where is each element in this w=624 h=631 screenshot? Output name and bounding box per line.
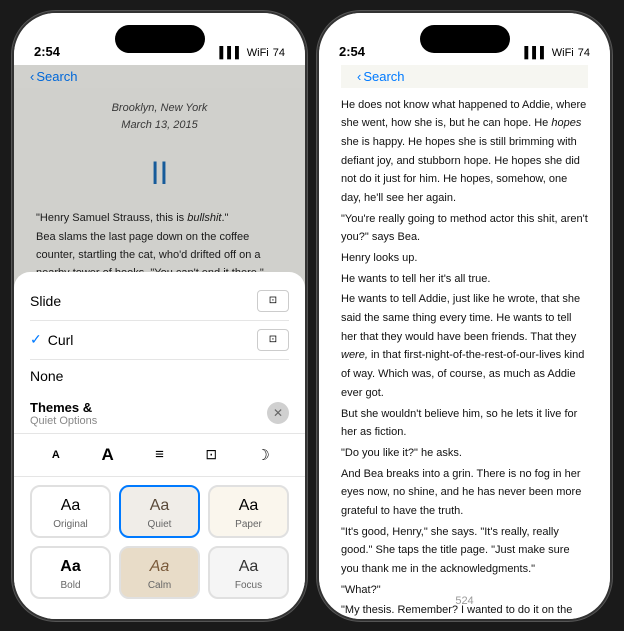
header-line2: March 13, 2015 [36, 117, 283, 135]
slide-label: Slide [30, 293, 61, 309]
theme-focus-label: Aa [239, 558, 259, 576]
book-text-2: He does not know what happened to Addie,… [341, 88, 588, 619]
theme-calm-name: Calm [148, 580, 171, 591]
dynamic-island-2 [420, 25, 510, 53]
time-2: 2:54 [339, 44, 365, 59]
wifi-icon-2: WiFi [552, 47, 574, 59]
battery-icon: 74 [273, 47, 285, 59]
theme-paper-name: Paper [235, 519, 262, 530]
status-icons-1: ▌▌▌ WiFi 74 [219, 47, 285, 59]
header-line1: Brooklyn, New York [36, 100, 283, 118]
themes-grid: Aa Original Aa Quiet Aa Paper Aa Bold [14, 481, 305, 599]
themes-title: Themes & [30, 400, 97, 415]
theme-bold[interactable]: Aa Bold [30, 546, 111, 599]
nav-bar-1: ‹ Search [14, 65, 305, 88]
back-button-2[interactable]: ‹ Search [357, 69, 405, 84]
curl-label: Curl [48, 332, 257, 348]
theme-focus-name: Focus [235, 580, 262, 591]
theme-paper[interactable]: Aa Paper [208, 485, 289, 538]
nav-bar-2: ‹ Search [341, 65, 588, 88]
themes-subtitle: Quiet Options [30, 415, 97, 427]
font-type-button[interactable]: ≡ [142, 440, 176, 470]
slide-icon: ⊡ [257, 290, 289, 312]
chapter-number: II [36, 147, 283, 200]
chevron-left-icon-2: ‹ [357, 69, 361, 84]
wifi-icon: WiFi [247, 47, 269, 59]
page-number: 524 [455, 595, 473, 607]
moon-button[interactable]: ☽ [246, 440, 280, 470]
themes-title-group: Themes & Quiet Options [30, 400, 97, 427]
theme-original[interactable]: Aa Original [30, 485, 111, 538]
theme-original-label: Aa [61, 497, 81, 515]
font-large-label: A [102, 445, 114, 465]
dynamic-island-1 [115, 25, 205, 53]
phone2-content: ‹ Search He does not know what happened … [319, 65, 610, 619]
font-large-button[interactable]: A [91, 440, 125, 470]
curl-icon: ⊡ [257, 329, 289, 351]
theme-calm[interactable]: Aa Calm [119, 546, 200, 599]
back-label-1: Search [36, 69, 77, 84]
bookmark-icon: ⊡ [205, 446, 217, 463]
close-button[interactable]: ✕ [267, 402, 289, 424]
theme-original-name: Original [53, 519, 87, 530]
signal-icon: ▌▌▌ [219, 47, 242, 59]
slide-option-slide[interactable]: Slide ⊡ [30, 282, 289, 321]
theme-bold-label: Aa [60, 558, 80, 576]
theme-focus[interactable]: Aa Focus [208, 546, 289, 599]
chevron-left-icon: ‹ [30, 69, 34, 84]
phone-2: 2:54 ▌▌▌ WiFi 74 ‹ Search He does not kn… [317, 11, 612, 621]
theme-quiet-label: Aa [150, 497, 170, 515]
signal-icon-2: ▌▌▌ [524, 47, 547, 59]
time-1: 2:54 [34, 44, 60, 59]
theme-calm-label: Aa [150, 558, 170, 576]
theme-quiet[interactable]: Aa Quiet [119, 485, 200, 538]
none-label: None [30, 368, 63, 384]
slide-option-none[interactable]: None [30, 360, 289, 392]
bookmark-button[interactable]: ⊡ [194, 440, 228, 470]
book-header: Brooklyn, New York March 13, 2015 [36, 88, 283, 143]
status-icons-2: ▌▌▌ WiFi 74 [524, 47, 590, 59]
slide-options: Slide ⊡ ✓ Curl ⊡ None [14, 272, 305, 392]
battery-icon-2: 74 [578, 47, 590, 59]
phone1-content: ‹ Search Brooklyn, New York March 13, 20… [14, 65, 305, 619]
slide-option-curl[interactable]: ✓ Curl ⊡ [30, 321, 289, 360]
themes-header: Themes & Quiet Options ✕ [14, 392, 305, 427]
theme-paper-label: Aa [239, 497, 259, 515]
back-button-1[interactable]: ‹ Search [30, 69, 78, 84]
theme-bold-name: Bold [60, 580, 80, 591]
phones-container: 2:54 ▌▌▌ WiFi 74 ‹ Search Brooklyn, New … [12, 11, 612, 621]
theme-quiet-name: Quiet [148, 519, 172, 530]
font-small-label: A [52, 449, 60, 461]
phone-1: 2:54 ▌▌▌ WiFi 74 ‹ Search Brooklyn, New … [12, 11, 307, 621]
toolbar-row: A A ≡ ⊡ ☽ [14, 433, 305, 477]
back-label-2: Search [363, 69, 404, 84]
font-small-button[interactable]: A [39, 440, 73, 470]
font-type-icon: ≡ [155, 446, 164, 463]
overlay-panel: Slide ⊡ ✓ Curl ⊡ None Themes & [14, 272, 305, 619]
curl-check: ✓ [30, 331, 42, 348]
moon-icon: ☽ [256, 446, 269, 464]
